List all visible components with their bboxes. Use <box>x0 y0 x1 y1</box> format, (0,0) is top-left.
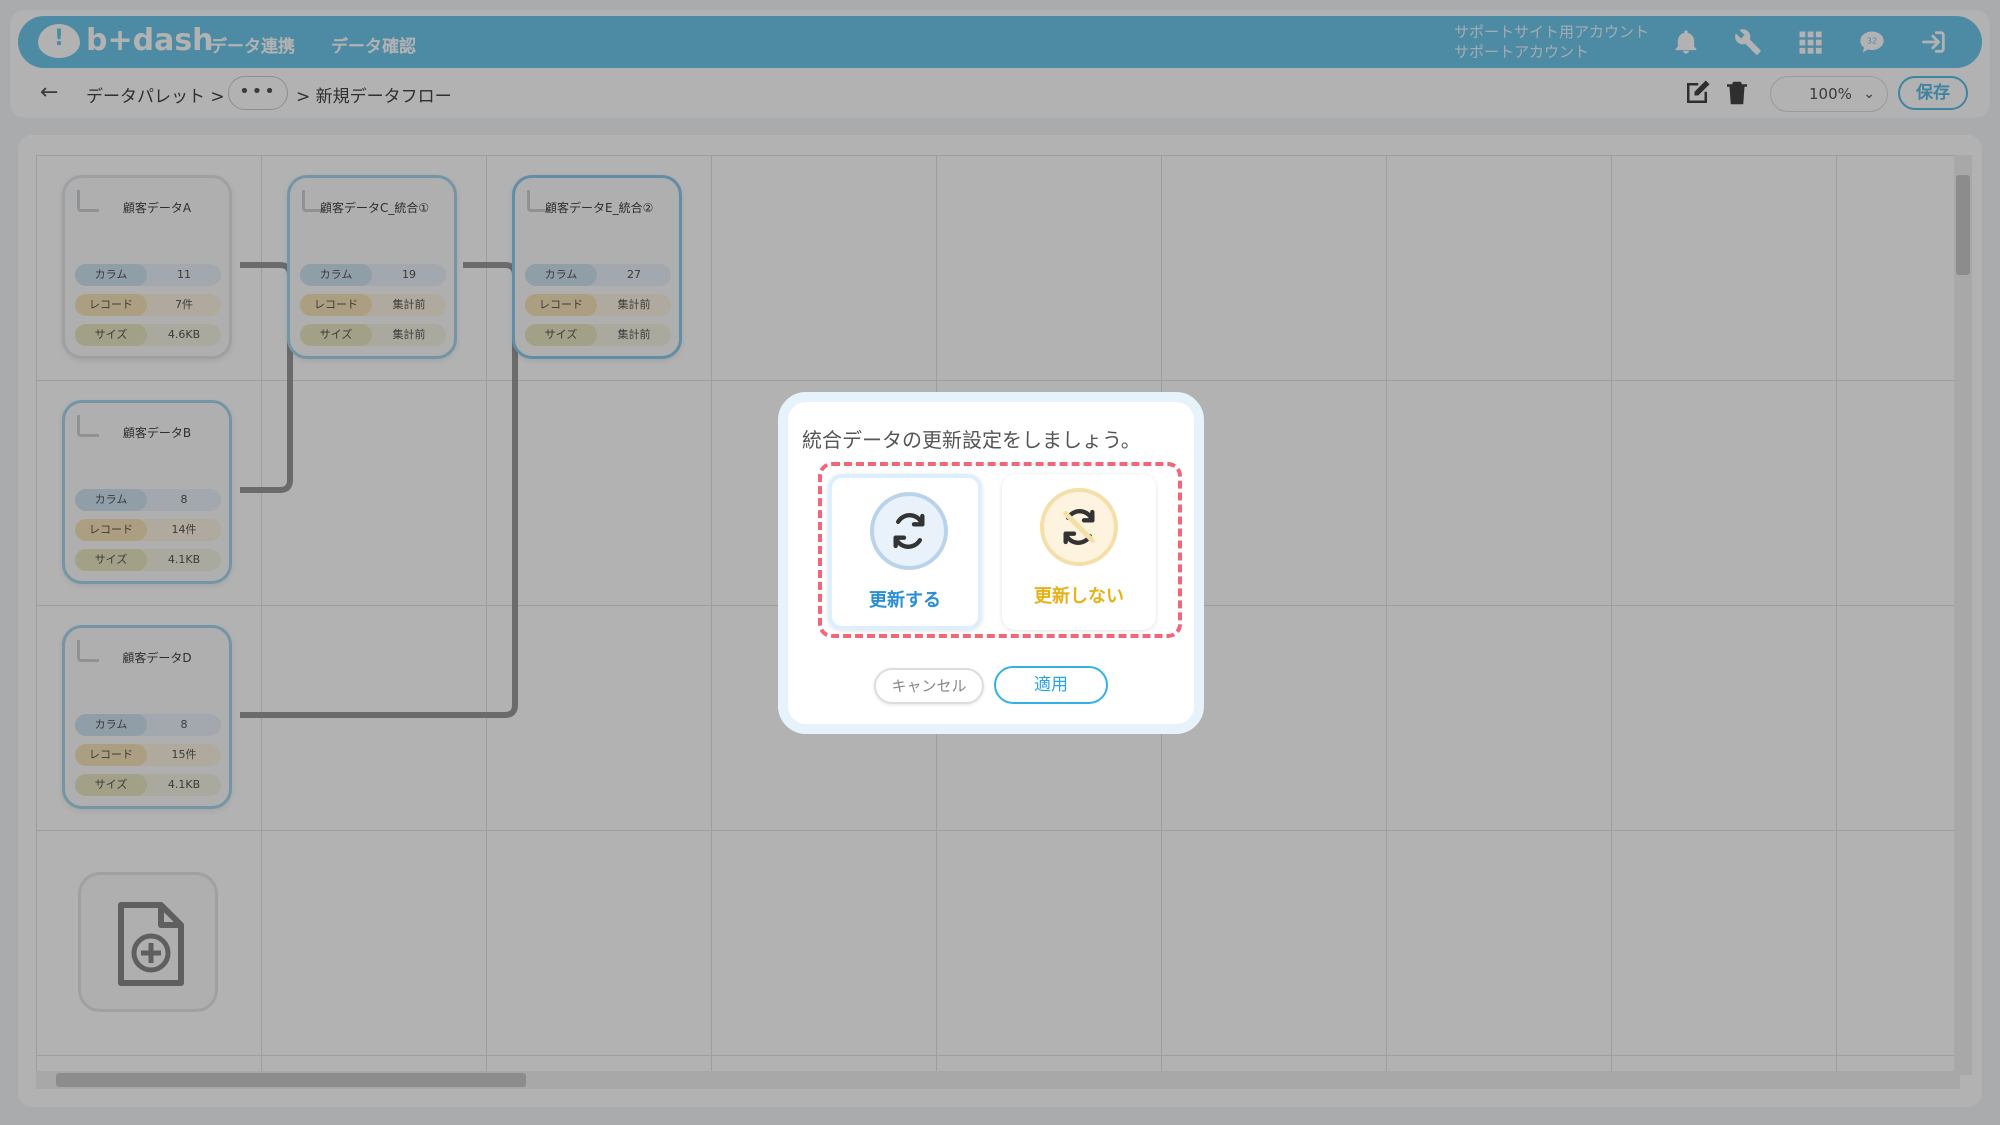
option-update-button[interactable]: 更新する <box>828 474 982 630</box>
dialog-title: 統合データの更新設定をしましょう。 <box>802 428 1141 452</box>
option-no-update-button[interactable]: 更新しない <box>1002 474 1156 630</box>
no-refresh-icon <box>1040 488 1118 566</box>
update-setting-dialog: 統合データの更新設定をしましょう。 更新する 更新しない キャンセル 適用 <box>778 392 1204 734</box>
refresh-icon <box>870 492 948 570</box>
option-no-update-label: 更新しない <box>1034 586 1124 607</box>
option-update-label: 更新する <box>869 590 941 611</box>
update-option-group: 更新する 更新しない <box>818 462 1182 638</box>
cancel-button[interactable]: キャンセル <box>874 668 984 704</box>
apply-button[interactable]: 適用 <box>994 666 1108 704</box>
